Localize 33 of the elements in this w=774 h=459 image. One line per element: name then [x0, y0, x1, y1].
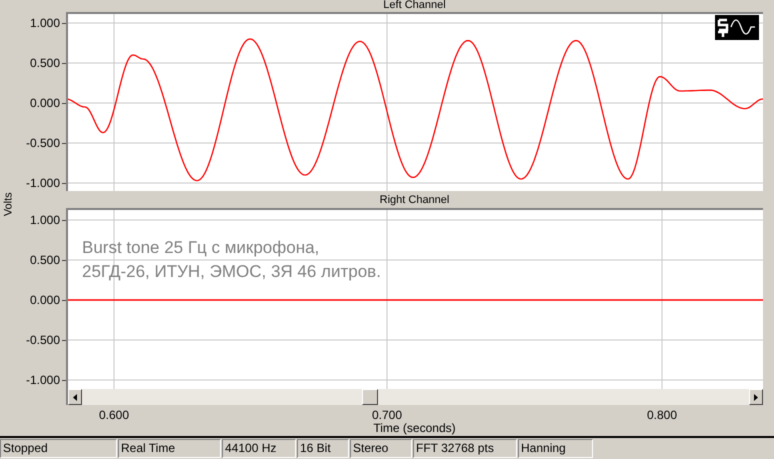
- y-tick-label: 0.500: [30, 56, 60, 70]
- left-arrow-icon: [73, 394, 77, 400]
- sine-wave-logo-icon: [715, 15, 759, 40]
- channel-title: Left Channel: [383, 0, 446, 12]
- status-field: Real Time: [118, 439, 221, 458]
- y-axis-label: Volts: [2, 192, 16, 216]
- y-tick-label: -1.000: [26, 176, 60, 190]
- channel-title: Right Channel: [380, 193, 450, 208]
- y-tick-label: -0.500: [26, 136, 60, 150]
- x-tick-label: 0.800: [646, 408, 678, 422]
- status-field: 44100 Hz: [222, 439, 296, 458]
- y-tick-label: 1.000: [30, 213, 60, 227]
- status-field: 16 Bit: [297, 439, 349, 458]
- annotation-text: Burst tone 25 Гц с микрофона,: [82, 238, 320, 258]
- scrollbar-thumb[interactable]: [362, 389, 378, 405]
- y-tick-label: 0.500: [30, 253, 60, 267]
- status-field: Hanning: [518, 439, 593, 458]
- x-axis-label: Time (seconds): [373, 422, 456, 435]
- status-field: Stereo: [350, 439, 412, 458]
- status-field: Stopped: [0, 439, 117, 458]
- status-field: FFT 32768 pts: [413, 439, 517, 458]
- x-tick-label: 0.700: [372, 408, 402, 422]
- right-arrow-icon: [754, 394, 758, 400]
- x-tick-label: 0.600: [98, 408, 130, 422]
- y-tick-label: -0.500: [26, 333, 60, 347]
- y-tick-label: 0.000: [30, 96, 60, 110]
- scroll-right-button[interactable]: [749, 389, 763, 405]
- y-tick-label: 1.000: [30, 16, 60, 30]
- horizontal-scrollbar[interactable]: [66, 389, 763, 405]
- y-tick-label: 0.000: [30, 293, 60, 307]
- annotation-text: 25ГД-26, ИТУН, ЭМОС, 3Я 46 литров.: [82, 262, 381, 282]
- scroll-left-button[interactable]: [68, 389, 82, 405]
- y-tick-label: -1.000: [26, 373, 60, 387]
